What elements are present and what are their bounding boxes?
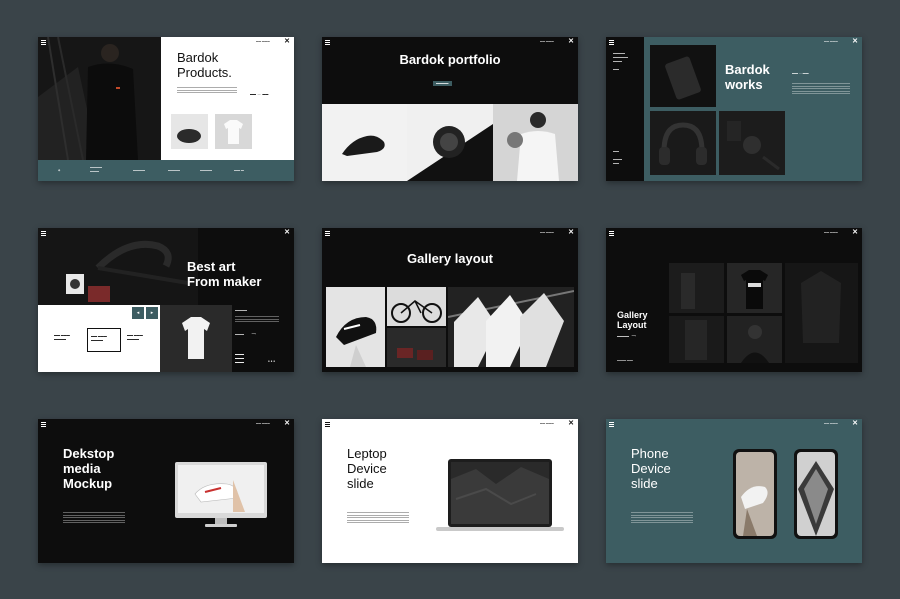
close-icon[interactable]: ✕	[852, 420, 858, 428]
slide-title: Bardok portfolio	[399, 52, 501, 67]
footer-label: ▬▬▬ ▬▬	[617, 358, 633, 362]
body-text-lines	[63, 512, 125, 525]
white-tshirt-photo	[160, 305, 232, 372]
slide-gallery-layout[interactable]: ▬▬ ▬▬▬ ✕ Gallery layout	[322, 228, 578, 372]
slide-title: Gallery layout	[407, 251, 493, 266]
menu-icon[interactable]	[609, 40, 614, 45]
gallery-tshirt-photo	[727, 263, 782, 313]
phone-mockup-left	[733, 449, 777, 539]
header-meta: ▬▬ ▬▬▬	[540, 422, 554, 425]
person-photo	[38, 37, 161, 160]
slide-title: Gallery Layout	[617, 310, 648, 331]
header-meta: ▬▬ ▬▬▬	[824, 422, 838, 425]
sidebar-panel: ▬▬▬▬ ▬▬▬▬▬ ▬▬▬ ▬▬ ▬▬ ▬▬▬ ▬▬	[606, 37, 644, 181]
header-meta: ▬▬ ▬▬▬	[824, 40, 838, 43]
phone-dark-photo	[650, 45, 716, 107]
header-meta: ▬▬ ▬▬▬	[256, 422, 270, 425]
slide-title: Phone Device slide	[631, 446, 671, 491]
link-arrow[interactable]: ▬▬▬ ⟶	[235, 332, 256, 336]
social-icons[interactable]: ● ● ●	[268, 359, 275, 363]
close-icon[interactable]: ✕	[852, 38, 858, 46]
person-basketball-photo	[493, 104, 578, 181]
menu-icon[interactable]	[325, 422, 330, 427]
menu-icon[interactable]	[325, 231, 330, 236]
slide-title: Best art From maker	[187, 259, 262, 289]
header-meta: ▬▬ ▬▬▬	[540, 40, 554, 43]
body-text-lines	[177, 87, 237, 95]
header-meta: ▬▬ ▬▬▬	[256, 40, 270, 43]
slide-gallery-layout-2[interactable]: ▬▬ ▬▬▬ ✕ Gallery Layout ▬▬▬▬ ⟶ ▬▬▬ ▬▬	[606, 228, 862, 372]
bicycle-photo	[387, 287, 446, 326]
menu-icon[interactable]	[41, 40, 46, 45]
menu-icon[interactable]	[41, 422, 46, 427]
gallery-image-1	[669, 263, 724, 313]
person-staircase-image	[38, 37, 161, 160]
close-icon[interactable]: ✕	[852, 229, 858, 237]
slide-title: Leptop Device slide	[347, 446, 387, 491]
red-shoes-photo	[387, 328, 446, 367]
stat-labels: ▬▬ — ▬▬	[792, 71, 809, 75]
next-button[interactable]: ▸	[146, 307, 158, 319]
header-meta: ▬▬ ▬▬▬	[540, 231, 554, 234]
gallery-hanging-photo	[785, 263, 858, 363]
accessories-photo	[719, 111, 785, 175]
slide-title: Dekstop media Mockup	[63, 446, 115, 491]
sneaker-hand-photo	[326, 287, 385, 367]
menu-icon[interactable]	[609, 231, 614, 236]
title-link[interactable]: ▬▬▬▬ ⟶	[617, 334, 636, 338]
slide-best-art[interactable]: ✕ Best art From maker ▬▬ ▬▬▬ ▬▬▬▬ ▬▬ ▬▬▬ ▬▬…	[38, 228, 294, 372]
headphones-dark-photo	[650, 111, 716, 175]
slide-phone-device[interactable]: ▬▬ ▬▬▬ ✕ Phone Device slide	[606, 419, 862, 563]
close-icon[interactable]: ✕	[284, 38, 290, 46]
close-icon[interactable]: ✕	[568, 38, 574, 46]
slide-desktop-mockup[interactable]: ▬▬ ▬▬▬ ✕ Dekstop media Mockup	[38, 419, 294, 563]
slide-title: Bardok Products.	[177, 50, 232, 80]
stat-label: ▬▬▬ ▬▬▬ ▬▬▬	[235, 352, 244, 364]
header-meta: ▬▬ ▬▬▬	[824, 231, 838, 234]
stat-labels: ▬▬ — ▬▬	[250, 92, 269, 96]
body-text-lines	[235, 316, 279, 324]
hangers-photo	[448, 287, 574, 367]
close-icon[interactable]: ✕	[284, 420, 290, 428]
headphones-photo	[171, 114, 208, 149]
gallery-image-4	[727, 316, 782, 363]
slide-bardok-portfolio[interactable]: ▬▬ ▬▬▬ ✕ Bardok portfolio ▬▬▬▬▬	[322, 37, 578, 181]
headphones-bw-photo	[407, 104, 493, 181]
body-text-lines	[792, 83, 850, 96]
menu-icon[interactable]	[325, 40, 330, 45]
slide-laptop-device[interactable]: ▬▬ ▬▬▬ ✕ Leptop Device slide	[322, 419, 578, 563]
prev-button[interactable]: ◂	[132, 307, 144, 319]
menu-icon[interactable]	[609, 422, 614, 427]
cta-button[interactable]: ▬▬▬▬▬	[433, 81, 452, 86]
desktop-monitor-mockup	[175, 462, 267, 528]
slide-bardok-works[interactable]: ▬▬▬▬ ▬▬▬▬▬ ▬▬▬ ▬▬ ▬▬ ▬▬▬ ▬▬ ▬▬ ▬▬▬ ✕ Bardok wo…	[606, 37, 862, 181]
footer-bar: ◆ ▬▬▬▬ ▬▬▬ ▬▬▬▬ ▬▬▬▬ ▬▬▬▬ ▬▬ ▬	[38, 160, 294, 181]
body-text-lines	[631, 512, 693, 525]
phone-mockup-right	[794, 449, 838, 539]
close-icon[interactable]: ✕	[568, 229, 574, 237]
slide-bardok-products[interactable]: ▬▬ ▬▬▬ ✕ Bardok Products. ▬▬ — ▬▬ ◆ ▬▬▬▬ ▬…	[38, 37, 294, 181]
close-icon[interactable]: ✕	[284, 229, 290, 237]
laptop-mockup	[436, 459, 564, 533]
body-text-lines	[347, 512, 409, 525]
tshirt-photo	[215, 114, 252, 149]
bike-photo	[38, 228, 198, 305]
close-icon[interactable]: ✕	[568, 420, 574, 428]
side-heading: ▬▬▬▬	[235, 308, 247, 312]
shoe-photo	[322, 104, 407, 181]
gallery-image-3	[669, 316, 724, 363]
slide-title: Bardok works	[725, 62, 770, 92]
menu-icon[interactable]	[41, 231, 46, 236]
